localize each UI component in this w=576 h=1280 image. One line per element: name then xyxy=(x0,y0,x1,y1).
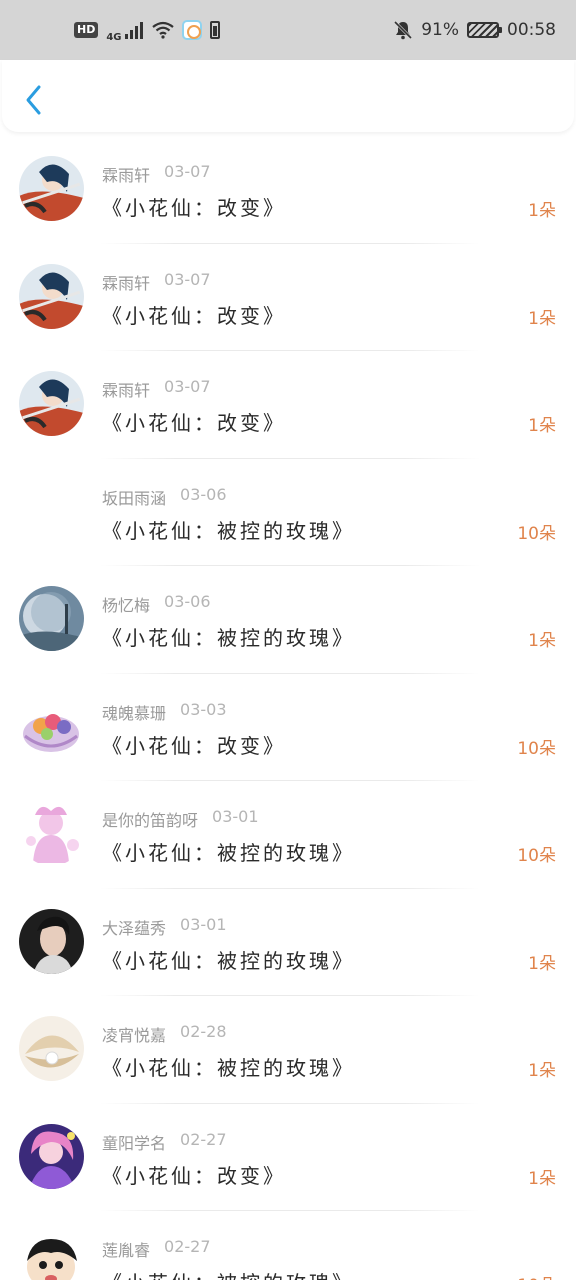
name-line: 凌宵悦嘉 02-28 xyxy=(102,1022,227,1046)
username: 大泽蕴秀 xyxy=(102,918,167,938)
date: 02-28 xyxy=(180,1022,227,1041)
app-notification-icon xyxy=(181,20,202,40)
flower-count: 1朵 xyxy=(528,1061,556,1081)
username: 霖雨轩 xyxy=(102,381,151,400)
avatar[interactable] xyxy=(19,693,84,759)
avatar[interactable] xyxy=(19,586,84,651)
list-item[interactable]: 大泽蕴秀 03-01 《小花仙：被控的玫瑰》 1朵 xyxy=(0,889,576,996)
flower-count: 1朵 xyxy=(528,1168,556,1189)
avatar[interactable] xyxy=(19,1016,84,1081)
name-line: 杨忆梅 03-06 xyxy=(102,592,211,616)
back-button[interactable] xyxy=(18,80,50,120)
gift-title: 《小花仙：被控的玫瑰》 xyxy=(102,1056,355,1080)
avatar[interactable] xyxy=(19,371,84,436)
date: 03-07 xyxy=(164,162,211,181)
gift-title: 《小花仙：改变》 xyxy=(102,1163,286,1188)
list-item[interactable]: 童阳学名 02-27 《小花仙：改变》 1朵 xyxy=(0,1104,576,1211)
flower-count: 1朵 xyxy=(528,201,556,221)
signal-icon xyxy=(124,22,143,39)
flower-count: 10朵 xyxy=(517,523,556,544)
status-bar: HD 4G 91% 00:58 xyxy=(0,0,576,60)
date: 02-27 xyxy=(180,1129,227,1149)
username: 魂魄慕珊 xyxy=(102,703,167,723)
clock: 00:58 xyxy=(507,20,556,40)
username: 霖雨轩 xyxy=(102,166,151,185)
list-item[interactable]: 魂魄慕珊 03-03 《小花仙：改变》 10朵 xyxy=(0,674,576,781)
username: 童阳学名 xyxy=(102,1133,167,1153)
gift-title: 《小花仙：被控的玫瑰》 xyxy=(102,626,355,650)
username: 杨忆梅 xyxy=(102,596,151,615)
hd-badge: HD xyxy=(74,22,99,38)
flower-count: 1朵 xyxy=(528,631,556,651)
avatar[interactable] xyxy=(19,908,84,974)
name-line: 霖雨轩 03-07 xyxy=(102,162,211,186)
gift-list: 霖雨轩 03-07 《小花仙：改变》 1朵 霖雨轩 03-07 《小花仙：改变》… xyxy=(0,136,576,1280)
date: 03-06 xyxy=(164,592,211,611)
date: 03-07 xyxy=(164,269,211,289)
battery-charging-icon xyxy=(467,22,502,38)
list-item[interactable]: 凌宵悦嘉 02-28 《小花仙：被控的玫瑰》 1朵 xyxy=(0,996,576,1104)
name-line: 坂田雨涵 03-06 xyxy=(102,485,227,509)
status-left: HD 4G xyxy=(74,18,220,43)
avatar[interactable] xyxy=(19,1231,84,1280)
list-item[interactable]: 杨忆梅 03-06 《小花仙：被控的玫瑰》 1朵 xyxy=(0,566,576,674)
flower-count: 1朵 xyxy=(528,308,556,329)
gift-title: 《小花仙：改变》 xyxy=(102,303,286,328)
name-line: 霖雨轩 03-07 xyxy=(102,270,211,294)
gift-title: 《小花仙：被控的玫瑰》 xyxy=(102,518,355,543)
list-item[interactable]: 霖雨轩 03-07 《小花仙：改变》 1朵 xyxy=(0,136,576,244)
date: 03-01 xyxy=(212,807,259,826)
wifi-icon xyxy=(151,21,174,39)
gift-title: 《小花仙：改变》 xyxy=(102,733,286,758)
username: 霖雨轩 xyxy=(102,273,151,293)
list-item[interactable]: 坂田雨涵 03-06 《小花仙：被控的玫瑰》 10朵 xyxy=(0,459,576,566)
avatar[interactable] xyxy=(19,478,84,544)
date: 03-01 xyxy=(180,914,227,934)
battery-percent: 91% xyxy=(421,20,459,40)
date: 03-03 xyxy=(180,699,227,719)
status-right: 91% 00:58 xyxy=(393,20,556,40)
name-line: 童阳学名 02-27 xyxy=(102,1130,227,1154)
avatar[interactable] xyxy=(19,1123,84,1189)
chevron-left-icon xyxy=(26,85,41,115)
storage-icon xyxy=(209,21,220,39)
avatar[interactable] xyxy=(19,801,84,866)
network-type: 4G xyxy=(106,31,122,43)
flower-count: 10朵 xyxy=(517,738,556,759)
gift-title: 《小花仙：被控的玫瑰》 xyxy=(102,1267,355,1280)
name-line: 大泽蕴秀 03-01 xyxy=(102,915,227,939)
name-line: 霖雨轩 03-07 xyxy=(102,377,211,401)
flower-count: 10朵 xyxy=(517,1271,556,1280)
flower-count: 10朵 xyxy=(517,846,556,866)
name-line: 莲胤睿 02-27 xyxy=(102,1237,211,1261)
name-line: 是你的笛韵呀 03-01 xyxy=(102,807,259,831)
flower-count: 1朵 xyxy=(528,416,556,436)
avatar[interactable] xyxy=(19,263,84,329)
date: 02-27 xyxy=(164,1237,211,1256)
username: 是你的笛韵呀 xyxy=(102,811,199,830)
list-item[interactable]: 莲胤睿 02-27 《小花仙：被控的玫瑰》 10朵 xyxy=(0,1211,576,1280)
list-item[interactable]: 霖雨轩 03-07 《小花仙：改变》 1朵 xyxy=(0,351,576,459)
bell-muted-icon xyxy=(394,20,413,40)
date: 03-07 xyxy=(164,377,211,396)
avatar[interactable] xyxy=(19,156,84,221)
date: 03-06 xyxy=(180,484,227,504)
username: 莲胤睿 xyxy=(102,1241,151,1260)
list-item[interactable]: 是你的笛韵呀 03-01 《小花仙：被控的玫瑰》 10朵 xyxy=(0,781,576,889)
gift-title: 《小花仙：被控的玫瑰》 xyxy=(102,841,355,865)
username: 坂田雨涵 xyxy=(102,488,167,508)
username: 凌宵悦嘉 xyxy=(102,1026,167,1045)
gift-title: 《小花仙：被控的玫瑰》 xyxy=(102,948,355,973)
name-line: 魂魄慕珊 03-03 xyxy=(102,700,227,724)
list-item[interactable]: 霖雨轩 03-07 《小花仙：改变》 1朵 xyxy=(0,244,576,351)
gift-title: 《小花仙：改变》 xyxy=(102,196,286,220)
flower-count: 1朵 xyxy=(528,953,556,974)
header xyxy=(2,60,574,132)
gift-title: 《小花仙：改变》 xyxy=(102,411,286,435)
